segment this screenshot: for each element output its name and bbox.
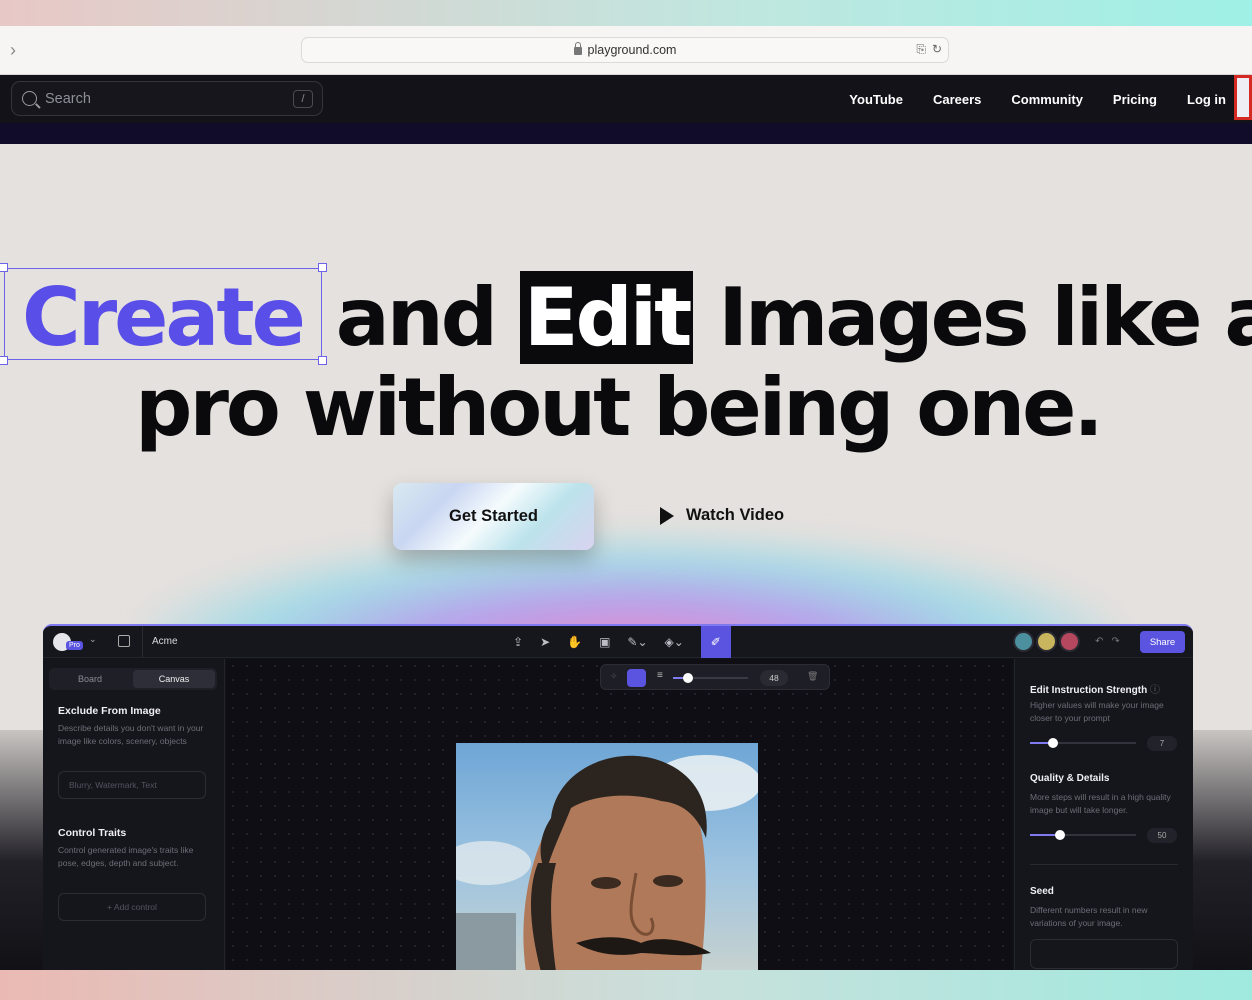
slider-knob[interactable]	[1048, 738, 1059, 748]
hero-heading-line2: pro without being one.	[135, 361, 1104, 454]
seed-title: Seed	[1030, 886, 1054, 897]
desktop-background-top	[0, 0, 1252, 26]
add-control-button[interactable]: + Add control	[58, 893, 206, 921]
hero-heading-line1: Create and Edit Images like a	[14, 271, 1252, 364]
help-icon[interactable]: ⓘ	[1150, 685, 1160, 696]
pen-icon[interactable]: ✎⌄	[627, 635, 647, 649]
resize-handle[interactable]	[0, 263, 8, 272]
app-topbar: Pro ⌄ Acme ⇪ ➤ ✋ ▣ ✎⌄ ◈⌄ ✐ ↶↷ Share	[43, 626, 1193, 658]
quality-title: Quality & Details	[1030, 773, 1110, 784]
avatar[interactable]	[1059, 631, 1080, 652]
exclude-description: Describe details you don't want in your …	[58, 723, 204, 746]
lock-icon	[573, 42, 582, 55]
watch-video-button[interactable]: Watch Video	[660, 506, 784, 525]
app-toolbar: ⇪ ➤ ✋ ▣ ✎⌄ ◈⌄ ✐	[513, 626, 731, 658]
watch-video-label: Watch Video	[686, 506, 785, 524]
forward-icon[interactable]: ›	[10, 40, 16, 61]
avatar[interactable]	[1036, 631, 1057, 652]
quality-value[interactable]: 50	[1147, 828, 1177, 843]
site-navbar: Search / YouTube Careers Community Prici…	[0, 75, 1252, 123]
brush-tool-icon[interactable]	[627, 669, 646, 687]
search-icon	[22, 91, 37, 106]
desktop-background-bottom	[0, 970, 1252, 1000]
select-icon[interactable]: ➤	[540, 635, 550, 649]
strength-description: Higher values will make your image close…	[1030, 700, 1164, 723]
trash-icon[interactable]: 🗑	[807, 671, 818, 682]
word-edit: Edit	[519, 271, 694, 364]
brush-size-slider[interactable]	[673, 673, 748, 683]
portrait-image[interactable]	[456, 743, 758, 970]
edit-brush-icon[interactable]: ✐	[700, 626, 731, 658]
share-button[interactable]: Share	[1140, 631, 1185, 653]
control-traits-description: Control generated image's traits like po…	[58, 845, 194, 868]
view-tabs: Board Canvas	[49, 668, 217, 690]
get-started-button[interactable]: Get Started	[393, 483, 594, 550]
tab-board[interactable]: Board	[49, 668, 131, 690]
search-placeholder: Search	[45, 90, 91, 107]
brush-size-value[interactable]: 48	[760, 670, 788, 686]
strength-value[interactable]: 7	[1147, 736, 1177, 751]
reload-icon[interactable]: ↻	[932, 42, 942, 57]
sidebar-toggle-icon[interactable]	[118, 635, 130, 647]
hand-icon[interactable]: ✋	[567, 635, 582, 649]
address-bar[interactable]: playground.com ⎘ ↻	[301, 37, 949, 63]
announcement-strip	[0, 123, 1252, 144]
word-create: Create	[22, 271, 306, 364]
search-shortcut-badge: /	[293, 90, 313, 108]
app-preview: Pro ⌄ Acme ⇪ ➤ ✋ ▣ ✎⌄ ◈⌄ ✐ ↶↷ Share Boar…	[43, 624, 1193, 970]
seed-input[interactable]	[1030, 939, 1178, 969]
quality-description: More steps will result in a high quality…	[1030, 792, 1171, 815]
hero-section: Create and Edit Images like a pro withou…	[0, 144, 1252, 970]
nav-link-community[interactable]: Community	[1011, 92, 1083, 107]
magic-icon[interactable]: ✧	[610, 671, 618, 682]
divider	[1030, 864, 1178, 865]
left-panel: Board Canvas Exclude From Image Describe…	[43, 659, 225, 970]
tab-canvas[interactable]: Canvas	[133, 670, 215, 688]
word-and: and	[335, 271, 498, 364]
nav-link-careers[interactable]: Careers	[933, 92, 981, 107]
chevron-down-icon[interactable]: ⌄	[89, 634, 97, 645]
translate-icon[interactable]: ⎘	[916, 42, 926, 57]
strength-slider[interactable]	[1030, 738, 1136, 748]
slider-knob[interactable]	[1054, 830, 1065, 840]
canvas-area[interactable]: ✧ ≡ 48 🗑	[226, 659, 1013, 970]
search-input[interactable]: Search /	[11, 81, 323, 116]
portrait-illustration	[456, 755, 758, 970]
url-text: playground.com	[587, 43, 677, 57]
browser-toolbar: › playground.com ⎘ ↻	[0, 26, 1252, 75]
quality-slider[interactable]	[1030, 830, 1136, 840]
project-name: Acme	[152, 636, 178, 647]
control-traits-title: Control Traits	[58, 827, 127, 839]
brush-toolbar: ✧ ≡ 48 🗑	[600, 664, 830, 690]
right-panel: Edit Instruction Strength ⓘ Higher value…	[1014, 659, 1193, 970]
slider-knob[interactable]	[683, 673, 693, 683]
play-icon	[660, 506, 674, 525]
exclude-title: Exclude From Image	[58, 705, 161, 717]
nav-link-login[interactable]: Log in	[1187, 92, 1226, 107]
word-rest: Images like a	[718, 271, 1252, 364]
pro-badge: Pro	[66, 641, 83, 650]
exclude-input[interactable]: Blurry, Watermark, Text	[58, 771, 206, 799]
avatar[interactable]	[1013, 631, 1034, 652]
import-icon[interactable]: ⇪	[513, 635, 523, 649]
nav-link-pricing[interactable]: Pricing	[1113, 92, 1157, 107]
collaborator-avatars	[1013, 631, 1080, 652]
signup-button-partial[interactable]	[1234, 75, 1252, 120]
nav-link-youtube[interactable]: YouTube	[849, 92, 903, 107]
undo-redo-icons[interactable]: ↶↷	[1095, 636, 1128, 647]
stroke-width-icon[interactable]: ≡	[657, 670, 663, 681]
image-icon[interactable]: ▣	[599, 635, 610, 649]
seed-description: Different numbers result in new variatio…	[1030, 905, 1148, 928]
fill-icon[interactable]: ◈⌄	[665, 635, 684, 649]
strength-title: Edit Instruction Strength ⓘ	[1030, 685, 1160, 696]
